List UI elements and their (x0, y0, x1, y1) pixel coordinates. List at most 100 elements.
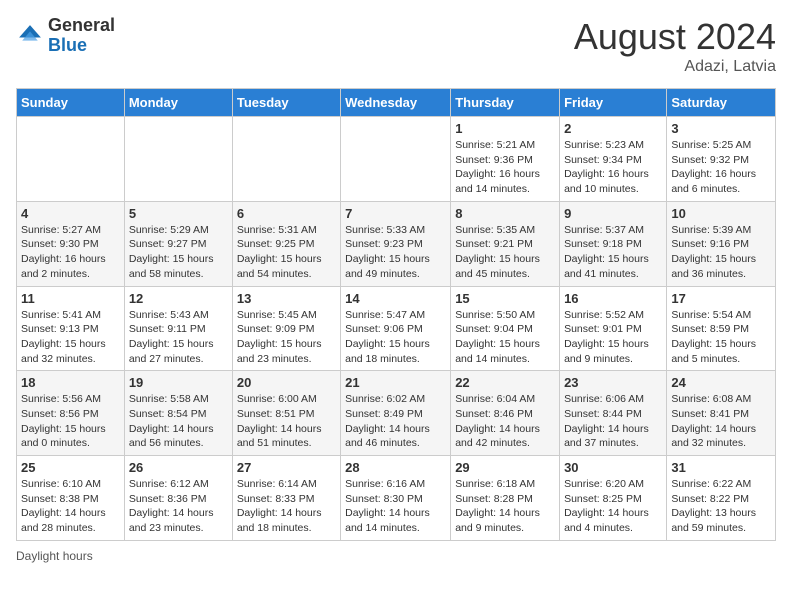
day-number: 1 (455, 121, 555, 136)
day-info: Sunrise: 5:56 AMSunset: 8:56 PMDaylight:… (21, 392, 120, 451)
footer: Daylight hours (16, 549, 776, 563)
calendar-cell: 14 Sunrise: 5:47 AMSunset: 9:06 PMDayligh… (341, 286, 451, 371)
calendar-cell: 6 Sunrise: 5:31 AMSunset: 9:25 PMDaylight… (232, 201, 340, 286)
logo-blue-text: Blue (48, 35, 87, 55)
calendar-cell: 22 Sunrise: 6:04 AMSunset: 8:46 PMDayligh… (451, 371, 560, 456)
day-info: Sunrise: 5:58 AMSunset: 8:54 PMDaylight:… (129, 392, 228, 451)
day-number: 11 (21, 291, 120, 306)
day-number: 2 (564, 121, 662, 136)
day-info: Sunrise: 5:35 AMSunset: 9:21 PMDaylight:… (455, 223, 555, 282)
calendar-week-row: 25Sunrise: 6:10 AMSunset: 8:38 PMDayligh… (17, 456, 776, 541)
calendar-cell: 25Sunrise: 6:10 AMSunset: 8:38 PMDayligh… (17, 456, 125, 541)
day-info: Sunrise: 6:16 AMSunset: 8:30 PMDaylight:… (345, 477, 446, 536)
day-number: 30 (564, 460, 662, 475)
day-number: 14 (345, 291, 446, 306)
calendar-week-row: 1 Sunrise: 5:21 AMSunset: 9:36 PMDaylight… (17, 117, 776, 202)
calendar-table: SundayMondayTuesdayWednesdayThursdayFrid… (16, 88, 776, 541)
day-info: Sunrise: 5:29 AMSunset: 9:27 PMDaylight:… (129, 223, 228, 282)
day-number: 8 (455, 206, 555, 221)
column-header-thursday: Thursday (451, 89, 560, 117)
column-header-monday: Monday (124, 89, 232, 117)
calendar-week-row: 11 Sunrise: 5:41 AMSunset: 9:13 PMDayligh… (17, 286, 776, 371)
day-number: 20 (237, 375, 336, 390)
column-header-sunday: Sunday (17, 89, 125, 117)
calendar-cell: 30 Sunrise: 6:20 AMSunset: 8:25 PMDayligh… (560, 456, 667, 541)
calendar-cell: 5 Sunrise: 5:29 AMSunset: 9:27 PMDaylight… (124, 201, 232, 286)
logo-general-text: General (48, 15, 115, 35)
calendar-cell (341, 117, 451, 202)
day-number: 6 (237, 206, 336, 221)
day-number: 10 (671, 206, 771, 221)
day-info: Sunrise: 6:22 AMSunset: 8:22 PMDaylight:… (671, 477, 771, 536)
calendar-week-row: 4Sunrise: 5:27 AMSunset: 9:30 PMDaylight… (17, 201, 776, 286)
day-info: Sunrise: 5:45 AMSunset: 9:09 PMDaylight:… (237, 308, 336, 367)
calendar-cell: 18 Sunrise: 5:56 AMSunset: 8:56 PMDayligh… (17, 371, 125, 456)
day-number: 12 (129, 291, 228, 306)
day-info: Sunrise: 5:47 AMSunset: 9:06 PMDaylight:… (345, 308, 446, 367)
calendar-cell (124, 117, 232, 202)
calendar-cell: 9 Sunrise: 5:37 AMSunset: 9:18 PMDaylight… (560, 201, 667, 286)
location-text: Adazi, Latvia (574, 58, 776, 76)
logo: General Blue (16, 16, 115, 56)
day-number: 26 (129, 460, 228, 475)
day-info: Sunrise: 6:14 AMSunset: 8:33 PMDaylight:… (237, 477, 336, 536)
daylight-label: Daylight hours (16, 549, 93, 563)
day-info: Sunrise: 5:31 AMSunset: 9:25 PMDaylight:… (237, 223, 336, 282)
day-info: Sunrise: 5:50 AMSunset: 9:04 PMDaylight:… (455, 308, 555, 367)
calendar-cell: 12Sunrise: 5:43 AMSunset: 9:11 PMDayligh… (124, 286, 232, 371)
day-info: Sunrise: 6:08 AMSunset: 8:41 PMDaylight:… (671, 392, 771, 451)
calendar-week-row: 18 Sunrise: 5:56 AMSunset: 8:56 PMDayligh… (17, 371, 776, 456)
day-number: 24 (671, 375, 771, 390)
calendar-cell: 20 Sunrise: 6:00 AMSunset: 8:51 PMDayligh… (232, 371, 340, 456)
calendar-cell: 11 Sunrise: 5:41 AMSunset: 9:13 PMDayligh… (17, 286, 125, 371)
calendar-cell: 10 Sunrise: 5:39 AMSunset: 9:16 PMDayligh… (667, 201, 776, 286)
calendar-cell: 26 Sunrise: 6:12 AMSunset: 8:36 PMDayligh… (124, 456, 232, 541)
title-block: August 2024 Adazi, Latvia (574, 16, 776, 76)
day-number: 19 (129, 375, 228, 390)
calendar-cell: 13Sunrise: 5:45 AMSunset: 9:09 PMDayligh… (232, 286, 340, 371)
column-header-tuesday: Tuesday (232, 89, 340, 117)
calendar-cell: 16Sunrise: 5:52 AMSunset: 9:01 PMDayligh… (560, 286, 667, 371)
day-number: 29 (455, 460, 555, 475)
calendar-cell: 17Sunrise: 5:54 AMSunset: 8:59 PMDayligh… (667, 286, 776, 371)
day-info: Sunrise: 5:39 AMSunset: 9:16 PMDaylight:… (671, 223, 771, 282)
day-number: 18 (21, 375, 120, 390)
day-info: Sunrise: 5:21 AMSunset: 9:36 PMDaylight:… (455, 138, 555, 197)
calendar-cell: 15 Sunrise: 5:50 AMSunset: 9:04 PMDayligh… (451, 286, 560, 371)
calendar-cell: 4Sunrise: 5:27 AMSunset: 9:30 PMDaylight… (17, 201, 125, 286)
day-number: 9 (564, 206, 662, 221)
day-info: Sunrise: 5:41 AMSunset: 9:13 PMDaylight:… (21, 308, 120, 367)
day-number: 27 (237, 460, 336, 475)
day-number: 31 (671, 460, 771, 475)
day-number: 23 (564, 375, 662, 390)
day-number: 15 (455, 291, 555, 306)
day-info: Sunrise: 6:18 AMSunset: 8:28 PMDaylight:… (455, 477, 555, 536)
calendar-cell: 2Sunrise: 5:23 AMSunset: 9:34 PMDaylight… (560, 117, 667, 202)
calendar-cell: 24 Sunrise: 6:08 AMSunset: 8:41 PMDayligh… (667, 371, 776, 456)
day-info: Sunrise: 6:06 AMSunset: 8:44 PMDaylight:… (564, 392, 662, 451)
day-number: 21 (345, 375, 446, 390)
calendar-cell (17, 117, 125, 202)
day-info: Sunrise: 6:20 AMSunset: 8:25 PMDaylight:… (564, 477, 662, 536)
calendar-cell: 1 Sunrise: 5:21 AMSunset: 9:36 PMDaylight… (451, 117, 560, 202)
day-info: Sunrise: 5:33 AMSunset: 9:23 PMDaylight:… (345, 223, 446, 282)
column-header-wednesday: Wednesday (341, 89, 451, 117)
calendar-cell: 3Sunrise: 5:25 AMSunset: 9:32 PMDaylight… (667, 117, 776, 202)
day-info: Sunrise: 5:37 AMSunset: 9:18 PMDaylight:… (564, 223, 662, 282)
day-number: 17 (671, 291, 771, 306)
calendar-cell: 29 Sunrise: 6:18 AMSunset: 8:28 PMDayligh… (451, 456, 560, 541)
calendar-cell: 8 Sunrise: 5:35 AMSunset: 9:21 PMDaylight… (451, 201, 560, 286)
column-header-saturday: Saturday (667, 89, 776, 117)
day-number: 22 (455, 375, 555, 390)
month-title: August 2024 (574, 16, 776, 58)
calendar-cell: 27 Sunrise: 6:14 AMSunset: 8:33 PMDayligh… (232, 456, 340, 541)
day-number: 3 (671, 121, 771, 136)
day-info: Sunrise: 6:04 AMSunset: 8:46 PMDaylight:… (455, 392, 555, 451)
day-info: Sunrise: 6:12 AMSunset: 8:36 PMDaylight:… (129, 477, 228, 536)
day-info: Sunrise: 6:00 AMSunset: 8:51 PMDaylight:… (237, 392, 336, 451)
day-number: 5 (129, 206, 228, 221)
day-info: Sunrise: 5:27 AMSunset: 9:30 PMDaylight:… (21, 223, 120, 282)
day-info: Sunrise: 5:52 AMSunset: 9:01 PMDaylight:… (564, 308, 662, 367)
day-number: 7 (345, 206, 446, 221)
day-number: 28 (345, 460, 446, 475)
